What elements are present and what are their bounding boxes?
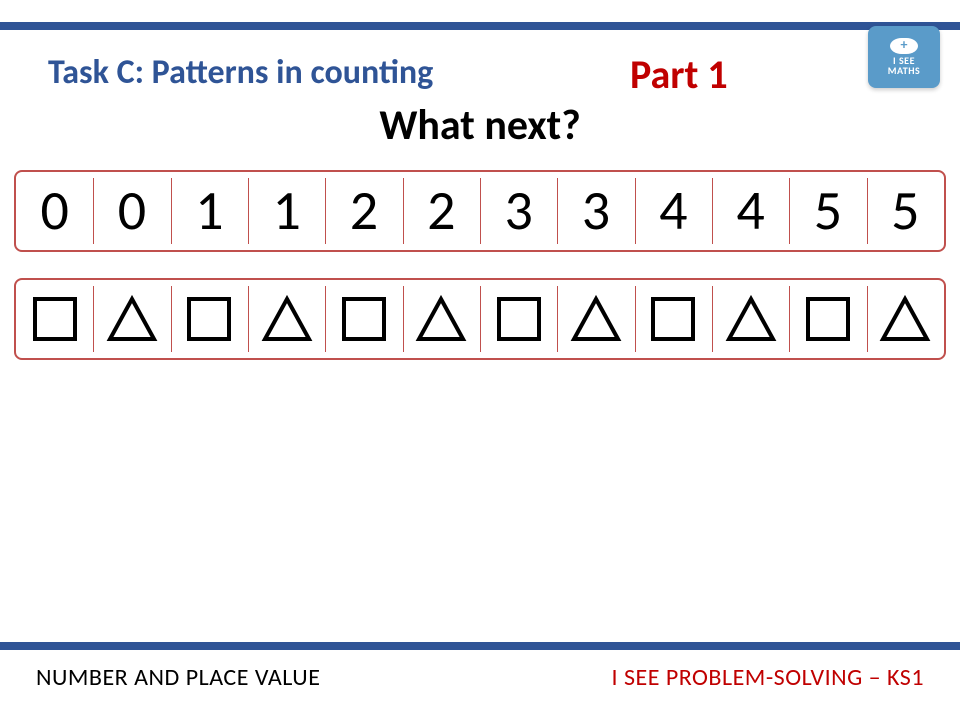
slide: I SEE MATHS Task C: Patterns in counting… — [0, 0, 960, 720]
brand-logo: I SEE MATHS — [868, 26, 940, 88]
number-cell: 2 — [325, 172, 402, 250]
shape-cell — [16, 280, 93, 358]
square-icon — [491, 291, 547, 347]
triangle-icon — [259, 291, 315, 347]
number-cell: 2 — [403, 172, 480, 250]
square-icon — [800, 291, 856, 347]
square-icon — [181, 291, 237, 347]
shape-cell — [93, 280, 170, 358]
square-icon — [27, 291, 83, 347]
shape-cell — [557, 280, 634, 358]
triangle-icon — [413, 291, 469, 347]
number-cell: 4 — [712, 172, 789, 250]
eye-icon — [890, 38, 918, 54]
number-cell: 5 — [867, 172, 944, 250]
number-cell: 1 — [248, 172, 325, 250]
shape-cell — [171, 280, 248, 358]
number-cell: 0 — [16, 172, 93, 250]
number-cell: 3 — [557, 172, 634, 250]
number-cell: 0 — [93, 172, 170, 250]
shape-cell — [403, 280, 480, 358]
triangle-icon — [104, 291, 160, 347]
shape-cell — [325, 280, 402, 358]
triangle-icon — [568, 291, 624, 347]
top-accent-bar — [0, 22, 960, 30]
footer-left: NUMBER AND PLACE VALUE — [36, 663, 320, 692]
shapes-row — [14, 278, 946, 360]
shape-cell — [480, 280, 557, 358]
square-icon — [336, 291, 392, 347]
bottom-accent-bar — [0, 642, 960, 650]
shape-cell — [867, 280, 944, 358]
shape-cell — [248, 280, 325, 358]
task-title: Task C: Patterns in counting — [48, 52, 433, 93]
part-label: Part 1 — [630, 50, 728, 99]
triangle-icon — [877, 291, 933, 347]
square-icon — [645, 291, 701, 347]
number-cell: 1 — [171, 172, 248, 250]
logo-text-line2: MATHS — [888, 66, 921, 76]
triangle-icon — [723, 291, 779, 347]
footer-right: I SEE PROBLEM-SOLVING – KS1 — [611, 663, 924, 692]
number-cell: 4 — [635, 172, 712, 250]
numbers-row: 0 0 1 1 2 2 3 3 4 4 5 5 — [14, 170, 946, 252]
shape-cell — [635, 280, 712, 358]
number-cell: 5 — [789, 172, 866, 250]
number-cell: 3 — [480, 172, 557, 250]
question-heading: What next? — [0, 100, 960, 151]
shape-cell — [712, 280, 789, 358]
shape-cell — [789, 280, 866, 358]
